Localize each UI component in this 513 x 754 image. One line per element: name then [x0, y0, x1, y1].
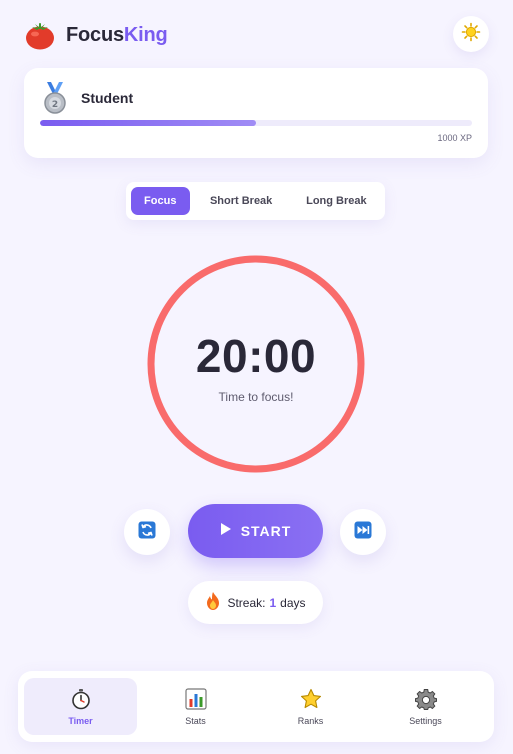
nav-label-settings: Settings — [409, 715, 442, 726]
streak-count: 1 — [269, 595, 277, 610]
fire-icon — [205, 591, 221, 614]
xp-progress-fill — [40, 120, 256, 126]
rank-card: 2 Student 1000 XP — [24, 68, 488, 158]
xp-label: 1000 XP — [437, 133, 472, 143]
theme-toggle-button[interactable] — [453, 16, 489, 52]
nav-label-timer: Timer — [68, 715, 93, 726]
start-button[interactable]: START — [188, 504, 323, 558]
bottom-nav: Timer Stats Ranks Settings — [18, 671, 494, 742]
bar-chart-icon — [184, 687, 207, 710]
header: FocusKing — [24, 16, 489, 52]
tab-focus[interactable]: Focus — [131, 187, 190, 215]
streak-label: Streak: — [227, 595, 266, 610]
nav-label-stats: Stats — [185, 715, 206, 726]
nav-item-stats[interactable]: Stats — [139, 678, 252, 735]
medal-icon: 2 — [40, 81, 70, 115]
nav-item-settings[interactable]: Settings — [369, 678, 482, 735]
nav-item-ranks[interactable]: Ranks — [254, 678, 367, 735]
gear-icon — [414, 688, 437, 710]
tab-short-break[interactable]: Short Break — [194, 187, 289, 215]
timer-ring: 20:00 Time to focus! — [144, 252, 368, 476]
mode-tabs: Focus Short Break Long Break — [126, 182, 385, 220]
app-title: FocusKing — [66, 23, 168, 46]
timer-subtitle: Time to focus! — [218, 390, 294, 404]
star-icon — [300, 688, 322, 710]
play-icon — [220, 522, 232, 541]
app-page: FocusKing 2 Student 1000 XP Focus Short … — [0, 0, 513, 754]
sun-icon — [461, 22, 481, 47]
refresh-icon — [138, 521, 156, 544]
skip-forward-icon — [354, 521, 372, 544]
rank-name: Student — [81, 90, 134, 106]
xp-progress-bar — [40, 120, 472, 126]
skip-button[interactable] — [340, 509, 386, 555]
nav-label-ranks: Ranks — [297, 715, 324, 726]
tab-long-break[interactable]: Long Break — [293, 187, 380, 215]
svg-text:2: 2 — [52, 100, 58, 110]
nav-item-timer[interactable]: Timer — [24, 678, 137, 735]
streak-badge: Streak: 1 days — [188, 581, 323, 624]
reset-button[interactable] — [124, 509, 170, 555]
start-label: START — [240, 523, 292, 539]
stopwatch-icon — [70, 688, 92, 710]
streak-unit: days — [280, 595, 306, 610]
timer-display: 20:00 — [195, 330, 317, 382]
tomato-icon — [24, 19, 56, 51]
